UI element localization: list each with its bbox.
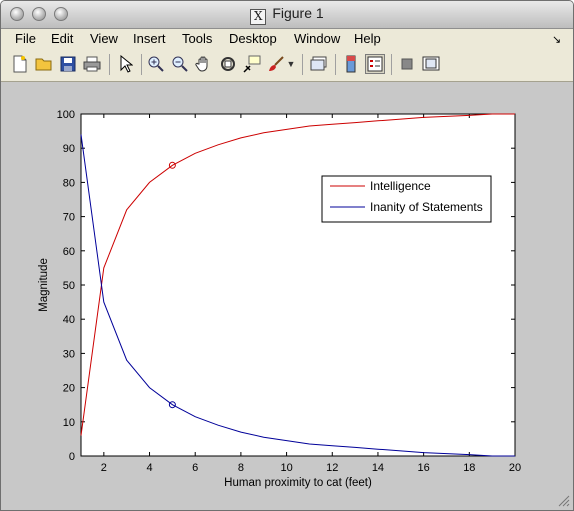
brush-icon[interactable] bbox=[266, 54, 286, 74]
toolbar-separator bbox=[141, 54, 142, 75]
dropdown-arrow-icon[interactable]: ▼ bbox=[285, 54, 297, 74]
y-tick-label: 80 bbox=[63, 177, 75, 189]
window-title: X Figure 1 bbox=[1, 5, 573, 25]
legend-label-intelligence: Intelligence bbox=[370, 179, 431, 193]
x-tick-label: 20 bbox=[509, 462, 521, 474]
pointer-icon[interactable] bbox=[116, 54, 136, 74]
menu-edit[interactable]: Edit bbox=[51, 31, 73, 46]
hide-plot-tools-icon[interactable] bbox=[397, 54, 417, 74]
save-icon[interactable] bbox=[58, 54, 78, 74]
menu-file[interactable]: File bbox=[15, 31, 36, 46]
menu-help[interactable]: Help bbox=[354, 31, 381, 46]
x-tick-label: 8 bbox=[238, 462, 244, 474]
pan-icon[interactable] bbox=[194, 54, 214, 74]
menu-view[interactable]: View bbox=[90, 31, 118, 46]
open-file-icon[interactable] bbox=[34, 54, 54, 74]
menu-desktop[interactable]: Desktop bbox=[229, 31, 277, 46]
menu-window[interactable]: Window bbox=[294, 31, 340, 46]
zoom-in-icon[interactable] bbox=[146, 54, 166, 74]
x-tick-label: 14 bbox=[372, 462, 384, 474]
x-tick-label: 6 bbox=[192, 462, 198, 474]
y-tick-label: 70 bbox=[63, 212, 75, 224]
figure-canvas: 2 4 6 8 10 12 14 16 18 20 0 10 20 30 40 50 60 70 80 90 100 H… bbox=[1, 82, 573, 510]
y-axis-label: Magnitude bbox=[38, 258, 50, 312]
y-tick-label: 10 bbox=[63, 417, 75, 429]
resize-grip-icon[interactable] bbox=[556, 493, 570, 507]
toolbar-separator bbox=[302, 54, 303, 75]
y-tick-label: 40 bbox=[63, 314, 75, 326]
y-tick-label: 90 bbox=[63, 143, 75, 155]
y-tick-label: 30 bbox=[63, 348, 75, 360]
figure-window: X Figure 1 File Edit View Insert Tools De… bbox=[0, 0, 574, 511]
x-tick-label: 2 bbox=[101, 462, 107, 474]
title-bar[interactable]: X Figure 1 bbox=[1, 1, 573, 29]
zoom-out-icon[interactable] bbox=[170, 54, 190, 74]
undock-arrow-icon[interactable]: ↘ bbox=[552, 33, 561, 46]
y-tick-label: 100 bbox=[57, 109, 75, 121]
link-plot-icon[interactable] bbox=[309, 54, 329, 74]
x-tick-label: 10 bbox=[280, 462, 292, 474]
menu-insert[interactable]: Insert bbox=[133, 31, 166, 46]
show-plot-tools-icon[interactable] bbox=[421, 54, 441, 74]
x-tick-label: 4 bbox=[146, 462, 152, 474]
legend-icon[interactable] bbox=[365, 54, 385, 74]
toolbar-separator bbox=[109, 54, 110, 75]
toolbar-separator bbox=[335, 54, 336, 75]
rotate-3d-icon[interactable] bbox=[218, 54, 238, 74]
figure-toolbar: ▼ bbox=[1, 49, 573, 82]
menu-tools[interactable]: Tools bbox=[182, 31, 212, 46]
y-tick-label: 20 bbox=[63, 383, 75, 395]
y-tick-label: 60 bbox=[63, 246, 75, 258]
menu-bar: File Edit View Insert Tools Desktop Wind… bbox=[1, 29, 573, 49]
data-cursor-icon[interactable] bbox=[242, 54, 262, 74]
colorbar-icon[interactable] bbox=[341, 54, 361, 74]
y-tick-label: 50 bbox=[63, 280, 75, 292]
plot-svg: 2 4 6 8 10 12 14 16 18 20 0 10 20 30 40 50 60 70 80 90 100 H… bbox=[38, 109, 521, 489]
x11-icon: X bbox=[250, 9, 267, 25]
y-tick-label: 0 bbox=[69, 451, 75, 463]
legend-label-inanity: Inanity of Statements bbox=[370, 200, 483, 214]
x-tick-label: 12 bbox=[326, 462, 338, 474]
toolbar-separator bbox=[391, 54, 392, 75]
legend[interactable]: Intelligence Inanity of Statements bbox=[321, 175, 492, 223]
new-figure-icon[interactable] bbox=[10, 54, 30, 74]
x-tick-label: 16 bbox=[418, 462, 430, 474]
axes-box[interactable] bbox=[80, 113, 516, 457]
print-icon[interactable] bbox=[82, 54, 102, 74]
x-axis-label: Human proximity to cat (feet) bbox=[224, 477, 372, 489]
x-tick-label: 18 bbox=[463, 462, 475, 474]
